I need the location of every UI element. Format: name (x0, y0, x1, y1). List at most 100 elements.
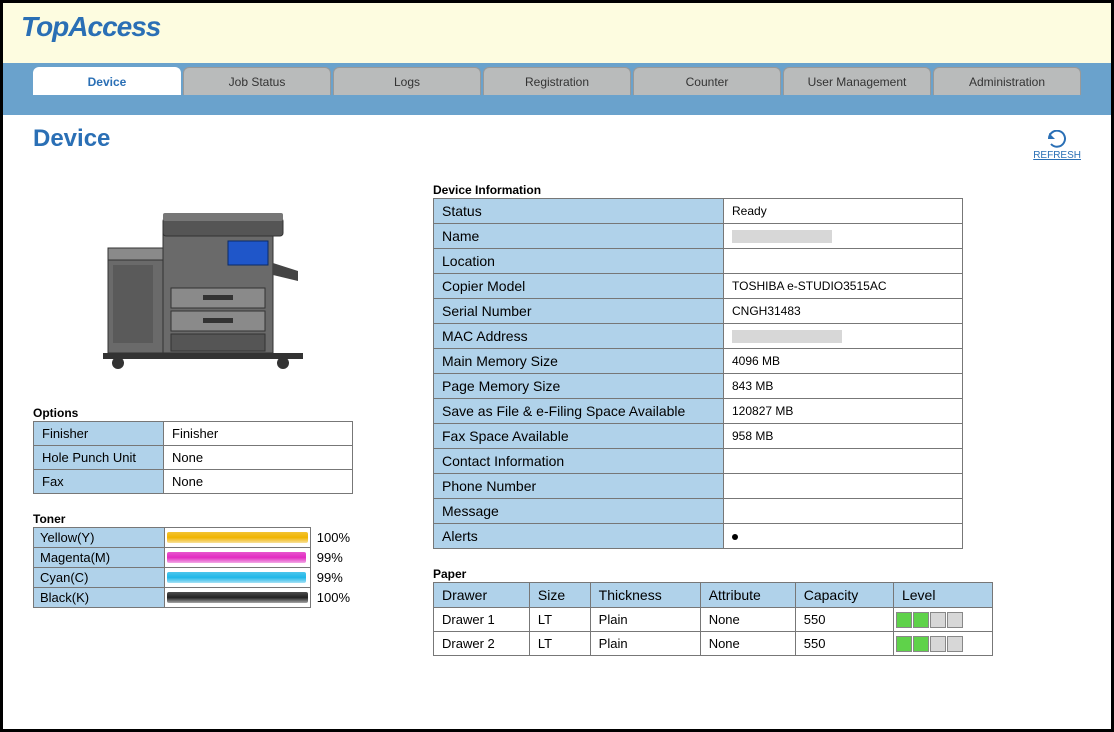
device-info-row: Save as File & e-Filing Space Available1… (434, 399, 963, 424)
paper-cell-thickness: Plain (590, 608, 700, 632)
device-info-row: Message (434, 499, 963, 524)
tab-logs[interactable]: Logs (333, 67, 481, 95)
toner-name: Cyan(C) (34, 568, 165, 588)
toner-bar-cell (164, 528, 310, 548)
device-info-label: Copier Model (434, 274, 724, 299)
device-info-row: Location (434, 249, 963, 274)
level-box (913, 636, 929, 652)
device-info-value (724, 524, 963, 549)
printer-illustration (103, 193, 403, 376)
paper-header: Drawer (434, 583, 530, 608)
options-label: Finisher (34, 422, 164, 446)
tab-counter[interactable]: Counter (633, 67, 781, 95)
device-info-value (724, 449, 963, 474)
toner-row: Black(K)100% (34, 588, 363, 608)
tab-registration[interactable]: Registration (483, 67, 631, 95)
paper-header: Attribute (700, 583, 795, 608)
paper-cell-thickness: Plain (590, 632, 700, 656)
device-info-value: 4096 MB (724, 349, 963, 374)
options-label: Hole Punch Unit (34, 446, 164, 470)
toner-name: Magenta(M) (34, 548, 165, 568)
device-info-row: Phone Number (434, 474, 963, 499)
logo: TopAccess (21, 11, 160, 42)
options-value: None (164, 446, 353, 470)
device-info-row: MAC Address (434, 324, 963, 349)
toner-bar (167, 592, 308, 603)
toner-bar-cell (164, 588, 310, 608)
options-value: Finisher (164, 422, 353, 446)
device-info-row: Main Memory Size4096 MB (434, 349, 963, 374)
toner-bar (167, 532, 308, 543)
paper-row: Drawer 2LTPlainNone550 (434, 632, 993, 656)
device-info-label: Alerts (434, 524, 724, 549)
paper-cell-drawer: Drawer 1 (434, 608, 530, 632)
options-section-label: Options (33, 406, 403, 420)
device-info-label: MAC Address (434, 324, 724, 349)
device-info-row: Alerts (434, 524, 963, 549)
paper-level-cell (893, 632, 992, 656)
device-info-value (724, 474, 963, 499)
level-box (930, 612, 946, 628)
paper-header: Level (893, 583, 992, 608)
toner-table: Yellow(Y)100%Magenta(M)99%Cyan(C)99%Blac… (33, 527, 363, 608)
paper-table: DrawerSizeThicknessAttributeCapacityLeve… (433, 582, 993, 656)
device-info-section-label: Device Information (433, 183, 1081, 197)
paper-section-label: Paper (433, 567, 1081, 581)
device-info-label: Message (434, 499, 724, 524)
alert-dot-icon (732, 534, 738, 540)
device-info-row: Page Memory Size843 MB (434, 374, 963, 399)
header-bar: TopAccess (3, 3, 1111, 63)
toner-row: Magenta(M)99% (34, 548, 363, 568)
refresh-label: REFRESH (1033, 150, 1081, 161)
redacted-value (732, 330, 842, 343)
paper-header: Capacity (795, 583, 893, 608)
device-info-row: Serial NumberCNGH31483 (434, 299, 963, 324)
device-info-label: Fax Space Available (434, 424, 724, 449)
level-box (896, 612, 912, 628)
options-row: Hole Punch UnitNone (34, 446, 353, 470)
device-info-value: Ready (724, 199, 963, 224)
options-row: FaxNone (34, 470, 353, 494)
device-info-label: Location (434, 249, 724, 274)
options-label: Fax (34, 470, 164, 494)
tab-user-management[interactable]: User Management (783, 67, 931, 95)
level-box (947, 636, 963, 652)
device-info-row: Fax Space Available958 MB (434, 424, 963, 449)
device-info-value (724, 249, 963, 274)
device-info-table: StatusReadyNameLocationCopier ModelTOSHI… (433, 198, 963, 549)
paper-cell-attribute: None (700, 632, 795, 656)
paper-cell-attribute: None (700, 608, 795, 632)
paper-header-row: DrawerSizeThicknessAttributeCapacityLeve… (434, 583, 993, 608)
tab-administration[interactable]: Administration (933, 67, 1081, 95)
device-info-value: TOSHIBA e-STUDIO3515AC (724, 274, 963, 299)
device-info-value (724, 324, 963, 349)
refresh-button[interactable]: REFRESH (1033, 130, 1081, 161)
toner-section-label: Toner (33, 512, 403, 526)
device-info-value (724, 224, 963, 249)
options-table: FinisherFinisherHole Punch UnitNoneFaxNo… (33, 421, 353, 494)
level-box (930, 636, 946, 652)
toner-row: Cyan(C)99% (34, 568, 363, 588)
tab-bar: DeviceJob StatusLogsRegistrationCounterU… (3, 63, 1111, 95)
toner-percent: 100% (310, 588, 362, 608)
device-info-label: Save as File & e-Filing Space Available (434, 399, 724, 424)
paper-header: Thickness (590, 583, 700, 608)
device-info-label: Phone Number (434, 474, 724, 499)
device-info-label: Serial Number (434, 299, 724, 324)
paper-row: Drawer 1LTPlainNone550 (434, 608, 993, 632)
paper-cell-size: LT (529, 632, 590, 656)
paper-cell-size: LT (529, 608, 590, 632)
options-value: None (164, 470, 353, 494)
tab-device[interactable]: Device (33, 67, 181, 95)
tab-job-status[interactable]: Job Status (183, 67, 331, 95)
toner-row: Yellow(Y)100% (34, 528, 363, 548)
toner-bar (167, 552, 307, 563)
toner-bar-cell (164, 548, 310, 568)
device-info-value (724, 499, 963, 524)
level-box (947, 612, 963, 628)
paper-level-cell (893, 608, 992, 632)
tab-subbar (3, 95, 1111, 115)
device-info-value: 958 MB (724, 424, 963, 449)
toner-percent: 100% (310, 528, 362, 548)
device-info-value: 843 MB (724, 374, 963, 399)
